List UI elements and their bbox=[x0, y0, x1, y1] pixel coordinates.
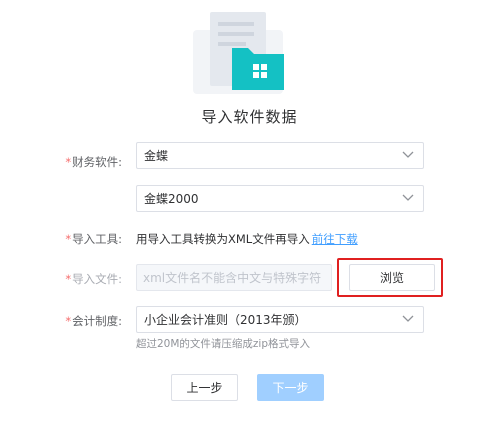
import-file-label: *导入文件: bbox=[65, 271, 122, 287]
software-version-select[interactable]: 金蝶2000 bbox=[136, 185, 424, 212]
software-version-value: 金蝶2000 bbox=[144, 192, 199, 206]
chevron-down-icon bbox=[402, 194, 414, 201]
chevron-down-icon bbox=[402, 151, 414, 158]
file-size-hint: 超过20M的文件请压缩成zip格式导入 bbox=[136, 338, 311, 350]
finance-software-select[interactable]: 金蝶 bbox=[136, 142, 424, 169]
finance-software-value: 金蝶 bbox=[144, 149, 169, 163]
required-mark: * bbox=[65, 272, 72, 286]
folder-document-illustration-icon bbox=[188, 8, 288, 100]
file-name-input[interactable]: xml文件名不能含中文与特殊字符 bbox=[136, 264, 332, 291]
chevron-down-icon bbox=[402, 315, 414, 322]
import-file-label-text: 导入文件: bbox=[72, 272, 122, 286]
previous-step-button[interactable]: 上一步 bbox=[171, 374, 238, 401]
next-step-button[interactable]: 下一步 bbox=[257, 374, 324, 401]
import-tool-text: 用导入工具转换为XML文件再导入 bbox=[136, 232, 310, 246]
required-mark: * bbox=[65, 232, 72, 246]
import-tool-label-text: 导入工具: bbox=[72, 232, 122, 246]
finance-software-label-text: 财务软件: bbox=[72, 155, 122, 169]
finance-software-label: *财务软件: bbox=[65, 154, 122, 170]
required-mark: * bbox=[65, 155, 72, 169]
accounting-system-label-text: 会计制度: bbox=[72, 314, 122, 328]
accounting-system-label: *会计制度: bbox=[65, 313, 122, 329]
page-title: 导入软件数据 bbox=[201, 108, 298, 126]
accounting-system-select[interactable]: 小企业会计准则（2013年颁） bbox=[136, 306, 424, 333]
browse-button[interactable]: 浏览 bbox=[349, 264, 435, 291]
required-mark: * bbox=[65, 314, 72, 328]
download-link[interactable]: 前往下载 bbox=[312, 232, 358, 246]
accounting-system-value: 小企业会计准则（2013年颁） bbox=[144, 313, 307, 327]
import-tool-description: 用导入工具转换为XML文件再导入 前往下载 bbox=[136, 231, 358, 247]
import-tool-label: *导入工具: bbox=[65, 231, 122, 247]
file-name-placeholder: xml文件名不能含中文与特殊字符 bbox=[143, 271, 322, 285]
